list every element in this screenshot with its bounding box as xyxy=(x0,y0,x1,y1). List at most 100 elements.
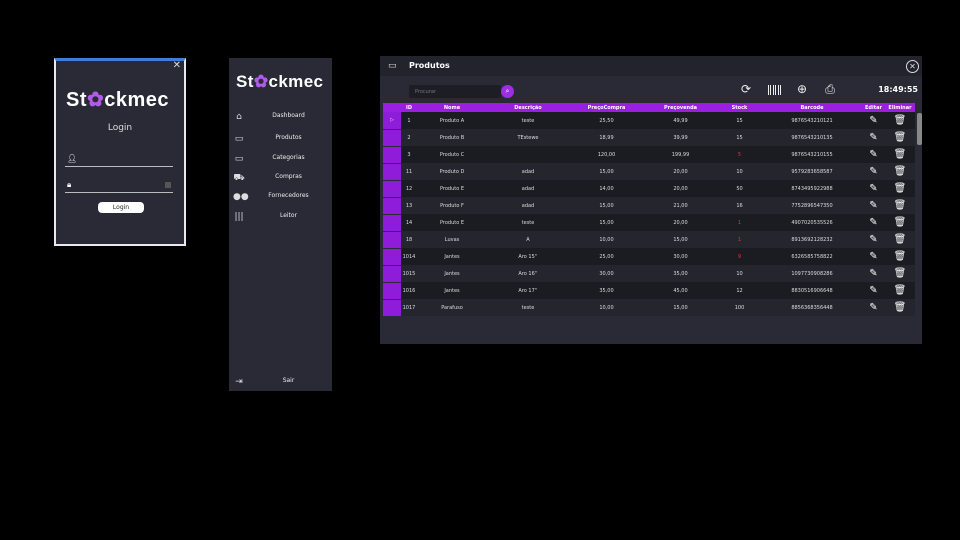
delete-button[interactable]: 🗑︎ xyxy=(885,214,915,231)
column-header[interactable]: Stock xyxy=(717,103,762,112)
table-row[interactable]: 1014 Jantes Aro 15'' 25,00 30,00 9 63265857588… xyxy=(383,248,915,266)
row-selector[interactable] xyxy=(383,180,401,198)
table-cell: adad xyxy=(487,163,569,180)
edit-button[interactable]: ✎ xyxy=(862,163,885,180)
row-selector[interactable] xyxy=(383,231,401,249)
table-cell: 10,00 xyxy=(569,299,644,316)
barcode-icon[interactable] xyxy=(768,85,782,95)
refresh-icon[interactable]: ⟳ xyxy=(739,82,753,96)
trash-icon: 🗑︎ xyxy=(893,284,907,296)
table-cell: 20,00 xyxy=(644,214,717,231)
row-selector[interactable]: ▷ xyxy=(383,112,401,130)
search-icon[interactable]: ⌕ xyxy=(501,85,514,98)
delete-button[interactable]: 🗑︎ xyxy=(885,163,915,180)
edit-button[interactable]: ✎ xyxy=(862,265,885,282)
search-field[interactable] xyxy=(409,85,501,98)
delete-button[interactable]: 🗑︎ xyxy=(885,265,915,282)
add-icon[interactable]: ⊕ xyxy=(795,82,809,96)
table-row[interactable]: 11 Produto Dadad 15,00 20,00 10 9579283658587… xyxy=(383,163,915,181)
edit-icon: ✎ xyxy=(869,216,878,228)
edit-button[interactable]: ✎ xyxy=(862,214,885,231)
trash-icon: 🗑︎ xyxy=(893,216,907,228)
column-header[interactable]: ID xyxy=(401,103,417,112)
lock-icon: 🔒︎ xyxy=(67,180,72,189)
scrollbar[interactable] xyxy=(917,113,922,145)
row-selector[interactable] xyxy=(383,248,401,266)
show-password-icon[interactable] xyxy=(165,182,171,188)
password-input[interactable] xyxy=(79,179,159,191)
edit-button[interactable]: ✎ xyxy=(862,180,885,197)
row-selector[interactable] xyxy=(383,214,401,232)
search-input[interactable] xyxy=(415,86,495,97)
login-button[interactable]: Login xyxy=(98,202,144,213)
edit-button[interactable]: ✎ xyxy=(862,231,885,248)
edit-button[interactable]: ✎ xyxy=(862,248,885,265)
logo: St✿ckmec xyxy=(66,89,170,111)
column-header[interactable]: Preçovenda xyxy=(644,103,717,112)
delete-button[interactable]: 🗑︎ xyxy=(885,129,915,146)
edit-button[interactable]: ✎ xyxy=(862,282,885,299)
sidebar: St✿ckmec ⌂ Dashboard ▭ Produtos ▭ Catego… xyxy=(229,58,332,391)
row-selector[interactable] xyxy=(383,299,401,317)
table-cell: 15,00 xyxy=(644,299,717,316)
row-selector[interactable] xyxy=(383,146,401,164)
row-selector[interactable] xyxy=(383,163,401,181)
table-row[interactable]: 1015 Jantes Aro 16'' 30,00 35,00 10 1097730908… xyxy=(383,265,915,283)
close-icon[interactable]: ✕ xyxy=(906,60,919,73)
table-row[interactable]: 3 Produto C 120,00 199,99 5 9876543210155 ✎ 🗑︎ xyxy=(383,146,915,164)
row-selector[interactable] xyxy=(383,197,401,215)
table-cell: 45,00 xyxy=(644,282,717,299)
edit-icon: ✎ xyxy=(869,165,878,177)
table-row[interactable]: 1016 Jantes Aro 17'' 35,00 45,00 12 8830516906… xyxy=(383,282,915,300)
row-selector[interactable] xyxy=(383,282,401,300)
delete-button[interactable]: 🗑︎ xyxy=(885,282,915,299)
column-header[interactable]: Nome xyxy=(417,103,487,112)
delete-button[interactable]: 🗑︎ xyxy=(885,299,915,316)
table-row[interactable]: 2 Produto B TEstewe 18,99 39,99 15 98765432101… xyxy=(383,129,915,147)
table-cell: 15 xyxy=(717,129,762,146)
logout-icon: ⇥ xyxy=(235,377,243,387)
delete-button[interactable]: 🗑︎ xyxy=(885,146,915,163)
row-selector[interactable] xyxy=(383,265,401,283)
edit-button[interactable]: ✎ xyxy=(862,299,885,316)
trash-icon: 🗑︎ xyxy=(893,182,907,194)
table-row[interactable]: ▷ 1 Produto Ateste 25,50 49,99 15 987654321012… xyxy=(383,112,915,130)
column-header[interactable]: PreçoCompra xyxy=(569,103,644,112)
delete-button[interactable]: 🗑︎ xyxy=(885,231,915,248)
sidebar-item-produtos[interactable]: ▭ Produtos xyxy=(229,132,332,148)
edit-button[interactable]: ✎ xyxy=(862,197,885,214)
table-cell: 1097730908286 xyxy=(762,265,862,282)
table-cell: 1016 xyxy=(401,282,417,299)
table-cell: Jantes xyxy=(417,282,487,299)
delete-button[interactable]: 🗑︎ xyxy=(885,197,915,214)
edit-button[interactable]: ✎ xyxy=(862,112,885,129)
table-cell: 18,99 xyxy=(569,129,644,146)
column-header[interactable]: Descrição xyxy=(487,103,569,112)
column-header[interactable]: Barcode xyxy=(762,103,862,112)
sidebar-item-sair[interactable]: ⇥ Sair xyxy=(229,375,332,391)
trash-icon: 🗑︎ xyxy=(893,114,907,126)
sidebar-item-leitor[interactable]: ||| Leitor xyxy=(229,210,332,226)
table-row[interactable]: 13 Produto Fadad 15,00 21,00 16 7752896547350… xyxy=(383,197,915,215)
username-field[interactable]: 👤︎ xyxy=(65,153,173,167)
delete-button[interactable]: 🗑︎ xyxy=(885,248,915,265)
row-selector[interactable] xyxy=(383,129,401,147)
username-input[interactable] xyxy=(79,153,159,165)
print-icon[interactable]: ⎙ xyxy=(823,82,837,96)
sidebar-item-categorias[interactable]: ▭ Categorias xyxy=(229,152,332,168)
table-row[interactable]: 14 Produto Eteste 15,00 20,00 1 4907020535526… xyxy=(383,214,915,232)
edit-button[interactable]: ✎ xyxy=(862,129,885,146)
table-row[interactable]: 12 Produto Eadad 14,00 20,00 50 8743495922988… xyxy=(383,180,915,198)
table-row[interactable]: 1017 Parafuso teste 10,00 15,00 100 8856368356… xyxy=(383,299,915,317)
table-cell: 21,00 xyxy=(644,197,717,214)
sidebar-item-fornecedores[interactable]: ●● Fornecedores xyxy=(229,190,332,206)
table-row[interactable]: 18 Luvas A 10,00 15,00 1 8913692128232 ✎ 🗑︎ xyxy=(383,231,915,249)
close-icon[interactable]: ✕ xyxy=(173,61,181,71)
trash-icon: 🗑︎ xyxy=(893,267,907,279)
edit-button[interactable]: ✎ xyxy=(862,146,885,163)
delete-button[interactable]: 🗑︎ xyxy=(885,112,915,129)
sidebar-item-compras[interactable]: ⛟ Compras xyxy=(229,171,332,187)
password-field[interactable]: 🔒︎ xyxy=(65,179,173,193)
delete-button[interactable]: 🗑︎ xyxy=(885,180,915,197)
sidebar-item-dashboard[interactable]: ⌂ Dashboard xyxy=(229,110,332,126)
